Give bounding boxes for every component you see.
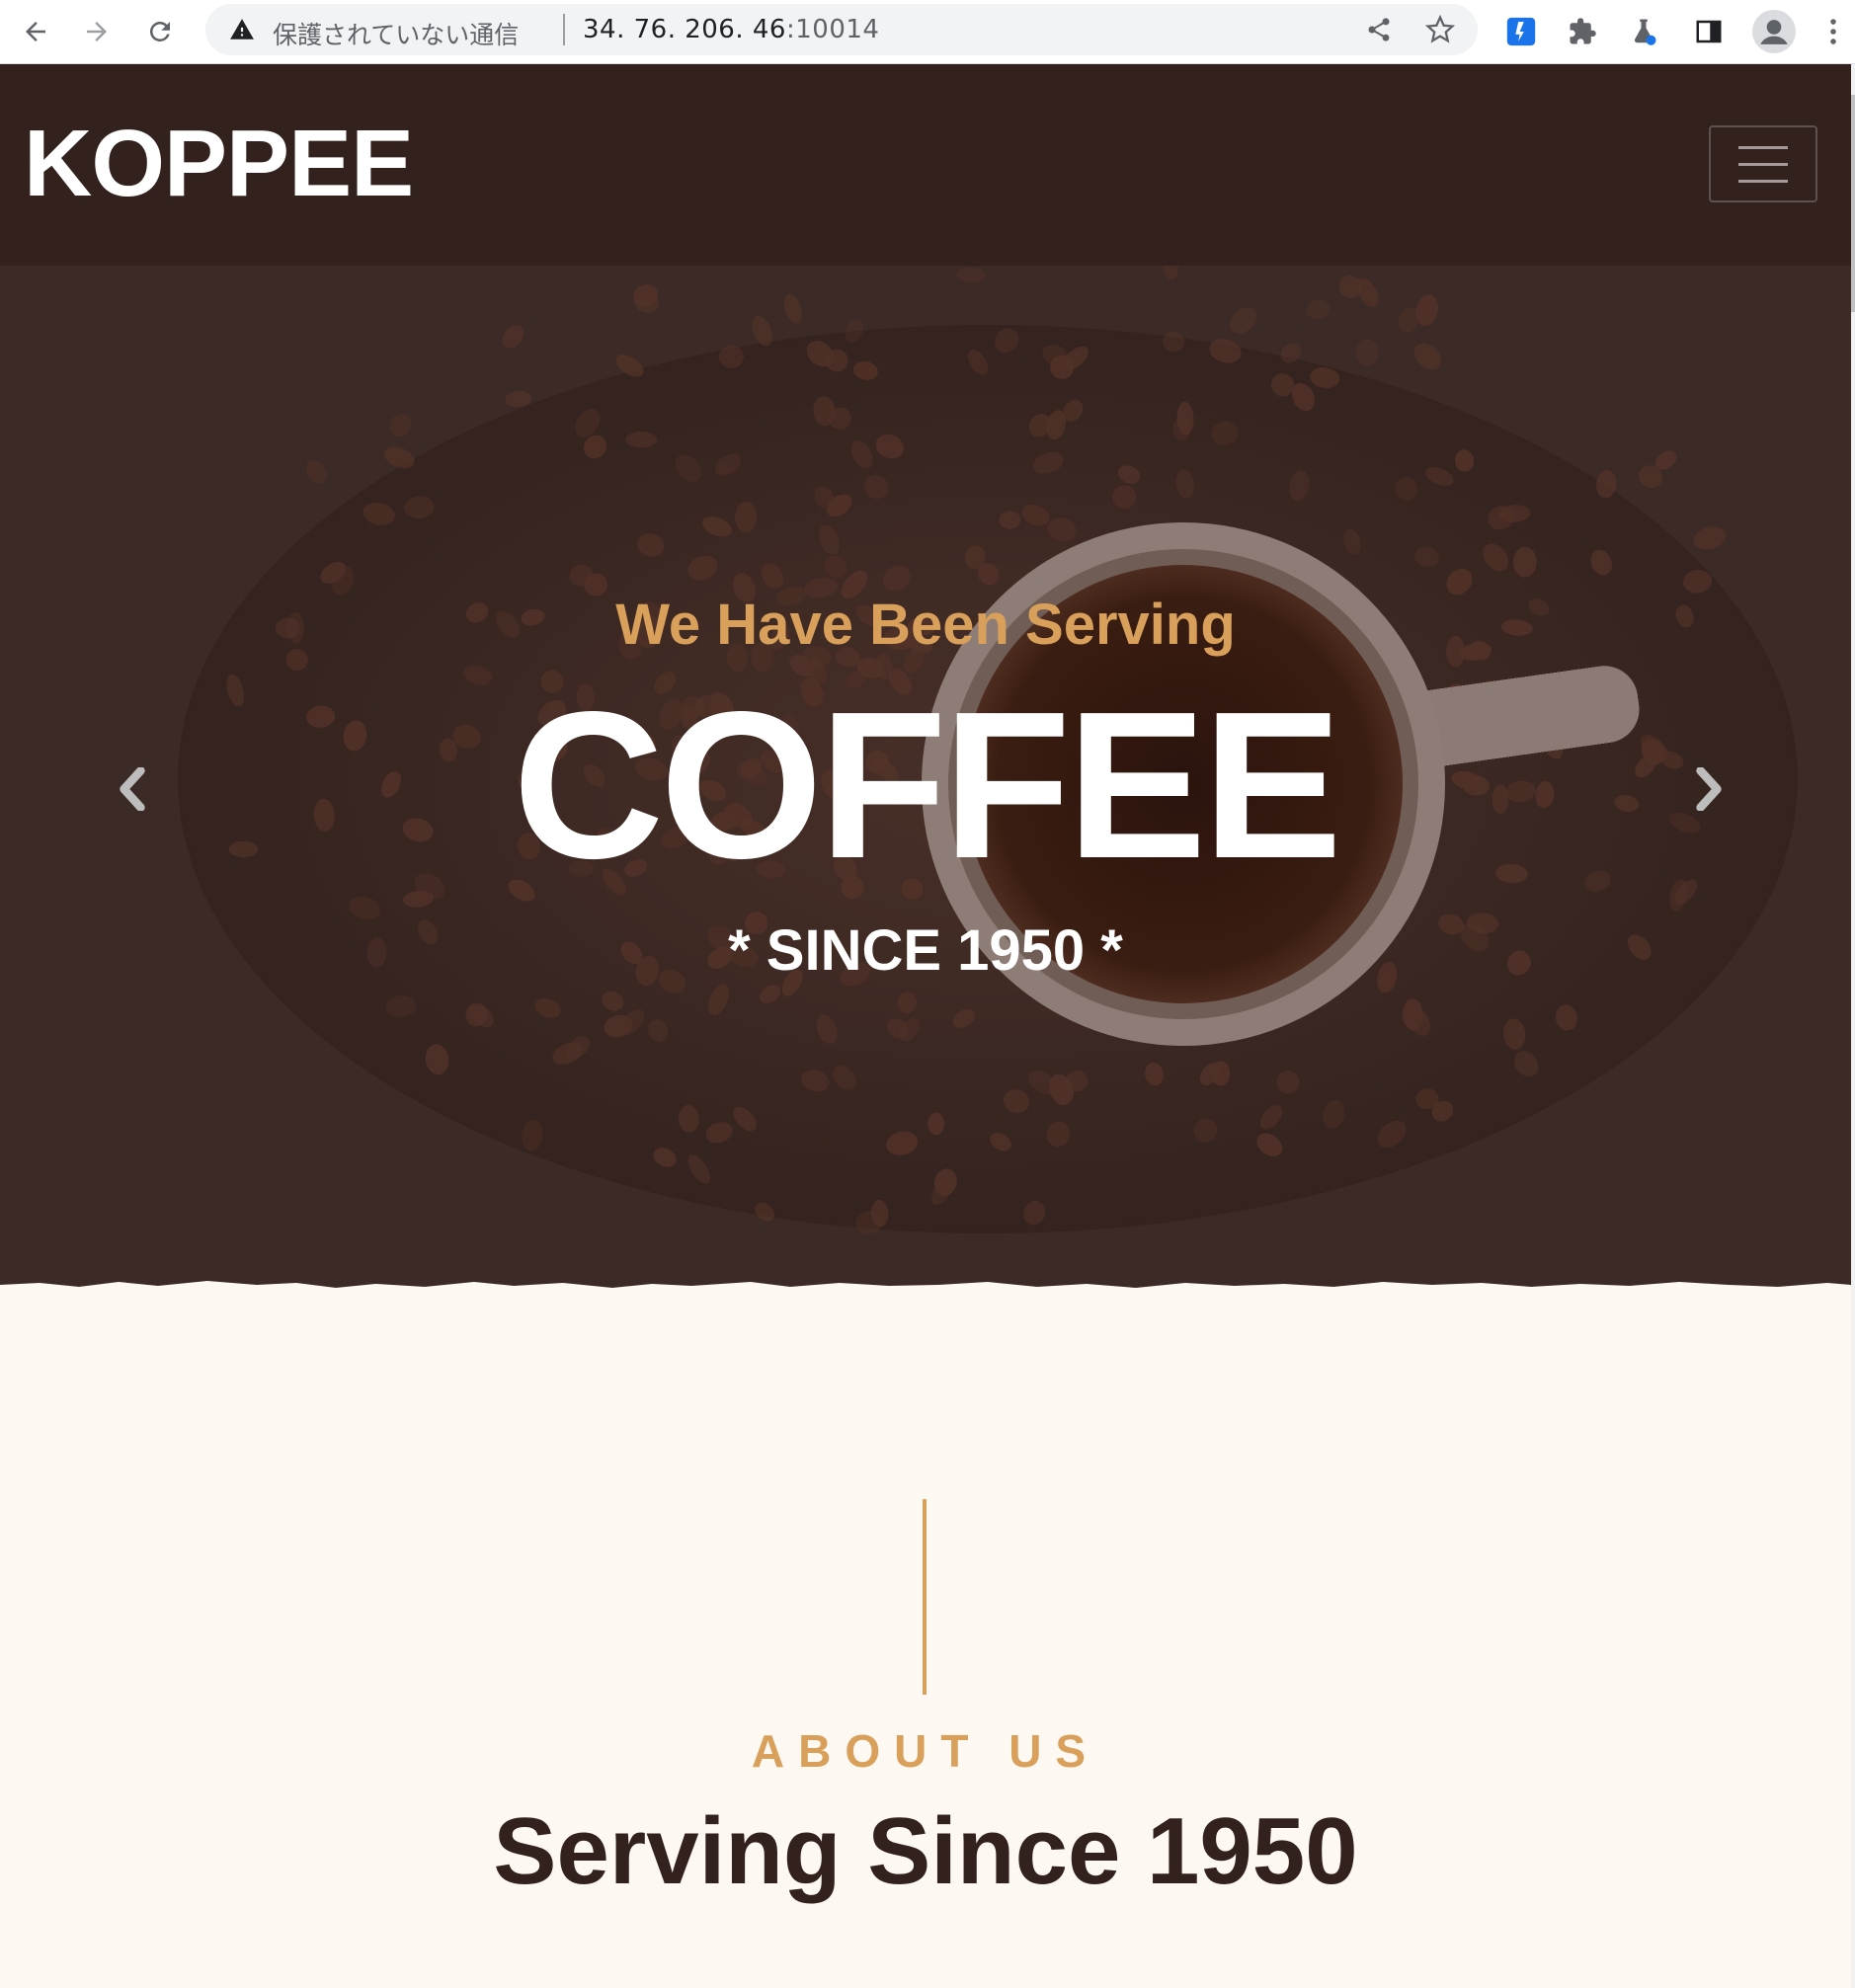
chevron-left-icon [120, 767, 145, 811]
hero-title: COFFEE [513, 668, 1342, 902]
scrollbar-track[interactable] [1851, 64, 1855, 1988]
carousel-next-button[interactable] [1679, 759, 1738, 819]
address-divider [563, 14, 565, 45]
hero-since: * SINCE 1950 * [728, 918, 1123, 983]
reload-button[interactable] [136, 8, 184, 55]
kebab-menu-icon[interactable] [1814, 8, 1853, 55]
coffee-bean [734, 502, 758, 532]
carousel-prev-button[interactable] [103, 759, 162, 819]
address-bar[interactable]: 保護されていない通信 34. 76. 206. 46:10014 [205, 4, 1478, 55]
forward-button[interactable] [73, 8, 121, 55]
about-section-title: Serving Since 1950 [493, 1798, 1358, 1904]
url-port: :10014 [785, 15, 880, 44]
hamburger-icon [1738, 162, 1788, 166]
reload-icon [149, 21, 170, 41]
avatar-icon[interactable] [1750, 8, 1798, 55]
puzzle-icon[interactable] [1559, 8, 1606, 55]
back-button[interactable] [12, 8, 59, 55]
arrow-right-icon [87, 22, 107, 41]
url-text[interactable]: 34. 76. 206. 46:10014 [583, 15, 879, 44]
hero-tagline: We Have Been Serving [615, 593, 1236, 657]
side-panel-icon[interactable] [1685, 8, 1733, 55]
arrow-left-icon [26, 22, 45, 41]
warning-triangle-icon[interactable] [229, 17, 255, 47]
site-navbar: KOPPEE [0, 64, 1851, 266]
star-icon[interactable] [1424, 14, 1456, 45]
hero-carousel: We Have Been Serving COFFEE * SINCE 1950… [0, 266, 1851, 1312]
scrollbar-thumb[interactable] [1851, 95, 1855, 312]
url-host: 34. 76. 206. 46 [583, 15, 786, 44]
brand-logo[interactable]: KOPPEE [24, 110, 414, 218]
hamburger-icon [1738, 145, 1788, 149]
coffee-bean [1210, 1061, 1231, 1086]
insecure-connection-label[interactable]: 保護されていない通信 [273, 16, 519, 51]
labs-flask-icon[interactable] [1620, 8, 1667, 55]
about-section-label: ABOUT US [751, 1725, 1100, 1777]
share-icon[interactable] [1363, 14, 1395, 45]
section-divider-line [923, 1499, 927, 1695]
hamburger-icon [1738, 179, 1788, 183]
translate-extension-icon[interactable] [1497, 8, 1545, 55]
browser-toolbar: 保護されていない通信 34. 76. 206. 46:10014 [0, 0, 1855, 64]
torn-paper-edge [0, 1281, 1851, 1312]
chevron-right-icon [1696, 767, 1722, 811]
coffee-bean [625, 431, 658, 448]
navbar-toggler-button[interactable] [1709, 125, 1817, 202]
